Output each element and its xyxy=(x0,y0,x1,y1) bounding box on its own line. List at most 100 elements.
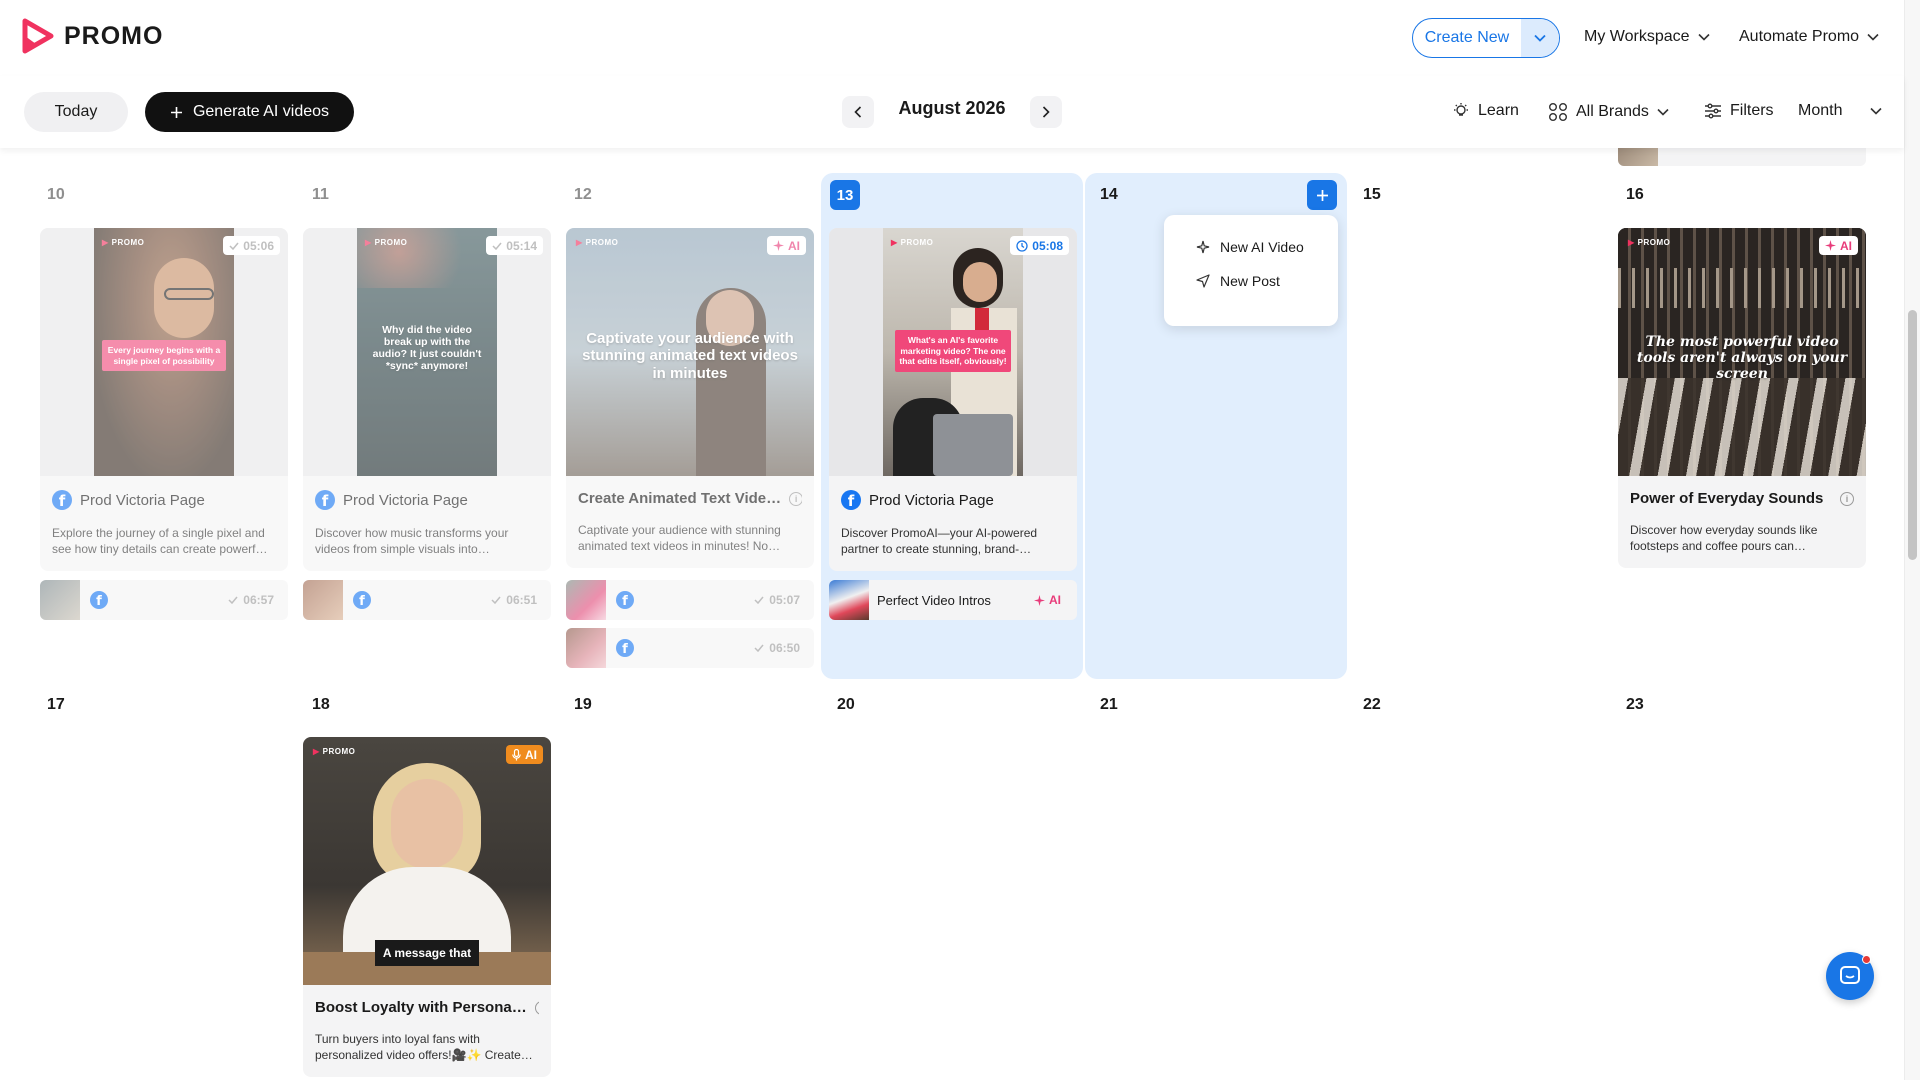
video-thumbnail: Captivate your audience with stunning an… xyxy=(566,228,814,476)
info-icon[interactable]: i xyxy=(534,1000,539,1015)
day-number-10: 10 xyxy=(47,186,65,203)
facebook-icon: f xyxy=(315,490,335,510)
scheduled-time-badge: 05:06 xyxy=(223,236,280,255)
view-label: Month xyxy=(1798,102,1843,119)
row-label: Perfect Video Intros xyxy=(877,592,991,608)
post-card-day-12[interactable]: Captivate your audience with stunning an… xyxy=(566,228,814,568)
learn-button[interactable]: Learn xyxy=(1452,102,1519,120)
video-caption: Captivate your audience with stunning an… xyxy=(582,330,798,382)
post-card-day-18[interactable]: A message that ▶ PROMO AI Boost Loyalty w… xyxy=(303,737,551,1077)
post-title: Power of Everyday Sounds i xyxy=(1630,490,1854,507)
logo-text: PROMO xyxy=(64,21,164,50)
new-post-option[interactable]: New Post xyxy=(1196,261,1338,301)
chevron-down-icon xyxy=(1870,107,1883,115)
create-new-label: Create New xyxy=(1424,29,1510,46)
mini-logo: ▶ PROMO xyxy=(891,238,934,247)
day-number-18: 18 xyxy=(312,696,330,713)
chevron-down-icon xyxy=(1867,33,1879,41)
create-menu-popup: New AI Video New Post xyxy=(1164,215,1338,326)
next-month-button[interactable] xyxy=(1030,96,1062,128)
mini-logo: ▶ PROMO xyxy=(1628,238,1671,247)
ai-badge: AI xyxy=(1819,236,1858,255)
list-item-day-13[interactable]: Perfect Video Intros AI xyxy=(829,580,1077,620)
list-item-day-12[interactable]: f 06:50 xyxy=(566,628,814,668)
check-icon xyxy=(229,242,239,250)
chevron-down-icon xyxy=(1657,108,1669,116)
scrollbar-thumb[interactable] xyxy=(1908,310,1917,560)
filters-button[interactable]: Filters xyxy=(1704,102,1774,120)
post-description: Explore the journey of a single pixel an… xyxy=(52,526,268,556)
day-number-12: 12 xyxy=(574,186,592,203)
thumbnail-image: Why did the video break up with the audi… xyxy=(357,228,497,476)
promo-logo[interactable]: PROMO xyxy=(22,18,163,54)
lightbulb-icon xyxy=(1454,103,1468,116)
list-item-day-11[interactable]: f 06:51 xyxy=(303,580,551,620)
chat-support-button[interactable] xyxy=(1826,952,1874,1000)
automate-promo-menu[interactable]: Automate Promo xyxy=(1739,28,1879,46)
video-thumbnail: What's an AI's favorite marketing video?… xyxy=(829,228,1077,476)
workspace-menu[interactable]: My Workspace xyxy=(1584,28,1710,46)
chevron-down-icon xyxy=(1697,33,1710,41)
chevron-down-icon xyxy=(1534,34,1546,42)
check-icon xyxy=(228,596,238,604)
today-button[interactable]: Today xyxy=(24,92,128,132)
post-description: Discover how everyday sounds like footst… xyxy=(1630,523,1818,553)
generate-ai-videos-button[interactable]: Generate AI videos xyxy=(145,92,354,132)
row-thumbnail xyxy=(829,580,869,620)
post-description: Captivate your audience with stunning an… xyxy=(578,523,781,553)
sparkle-icon xyxy=(1034,594,1045,606)
chat-icon xyxy=(1840,966,1860,984)
info-icon[interactable]: i xyxy=(789,491,802,506)
mini-logo: ▶ PROMO xyxy=(365,238,408,247)
list-item-day-12[interactable]: f 05:07 xyxy=(566,580,814,620)
calendar-grid: 10 11 12 13 14 15 16 Every journey begin… xyxy=(0,148,1904,1080)
microphone-icon xyxy=(512,748,521,760)
row-thumbnail xyxy=(1618,148,1658,166)
filters-label: Filters xyxy=(1730,102,1774,119)
post-card-day-11[interactable]: Why did the video break up with the audi… xyxy=(303,228,551,571)
list-item[interactable] xyxy=(1618,148,1866,166)
check-icon xyxy=(754,596,764,604)
video-thumbnail: The most powerful video tools aren't alw… xyxy=(1618,228,1866,476)
post-card-day-13[interactable]: What's an AI's favorite marketing video?… xyxy=(829,228,1077,571)
row-thumbnail xyxy=(40,580,80,620)
plus-icon xyxy=(170,106,182,118)
facebook-icon: f xyxy=(353,591,371,609)
calendar-toolbar: Today Generate AI videos August 2026 Lea… xyxy=(0,76,1904,148)
post-card-day-16[interactable]: The most powerful video tools aren't alw… xyxy=(1618,228,1866,568)
info-icon[interactable]: i xyxy=(1840,491,1854,506)
mini-logo: ▶ PROMO xyxy=(102,238,145,247)
list-item-day-10[interactable]: f 06:57 xyxy=(40,580,288,620)
facebook-icon: f xyxy=(616,591,634,609)
page-scrollbar[interactable] xyxy=(1904,0,1920,1080)
generate-label: Generate AI videos xyxy=(192,103,330,120)
scheduled-time-badge: 05:14 xyxy=(486,236,543,255)
row-time: 06:57 xyxy=(228,593,274,607)
post-card-day-10[interactable]: Every journey begins with a single pixel… xyxy=(40,228,288,571)
day-number-11: 11 xyxy=(312,186,329,203)
thumbnail-image: Every journey begins with a single pixel… xyxy=(94,228,234,476)
facebook-icon: f xyxy=(90,591,108,609)
day-number-17: 17 xyxy=(47,696,65,713)
view-select[interactable]: Month xyxy=(1798,102,1883,120)
ai-badge: AI xyxy=(1034,593,1061,607)
facebook-icon: f xyxy=(841,490,861,510)
promo-logo-icon xyxy=(22,18,54,54)
video-caption: The most powerful video tools aren't alw… xyxy=(1636,334,1848,383)
mini-logo: ▶ PROMO xyxy=(313,747,356,756)
mini-logo: ▶ PROMO xyxy=(576,238,619,247)
brands-grid-icon xyxy=(1549,103,1567,121)
add-content-button[interactable] xyxy=(1307,180,1337,210)
post-description: Discover how music transforms your video… xyxy=(315,526,509,556)
clock-icon xyxy=(1016,239,1028,252)
send-icon xyxy=(1196,274,1210,288)
row-thumbnail xyxy=(566,628,606,668)
chevron-left-icon xyxy=(854,106,862,118)
row-time: 06:51 xyxy=(491,593,537,607)
promo-calendar-app: PROMO Create New My Workspace Automate P… xyxy=(0,0,1920,1080)
create-new-button[interactable]: Create New xyxy=(1412,18,1560,58)
create-new-dropdown[interactable] xyxy=(1521,19,1559,57)
video-thumbnail: A message that ▶ PROMO AI xyxy=(303,737,551,985)
all-brands-dropdown[interactable]: All Brands xyxy=(1548,102,1669,122)
post-title: f Prod Victoria Page xyxy=(315,490,539,510)
